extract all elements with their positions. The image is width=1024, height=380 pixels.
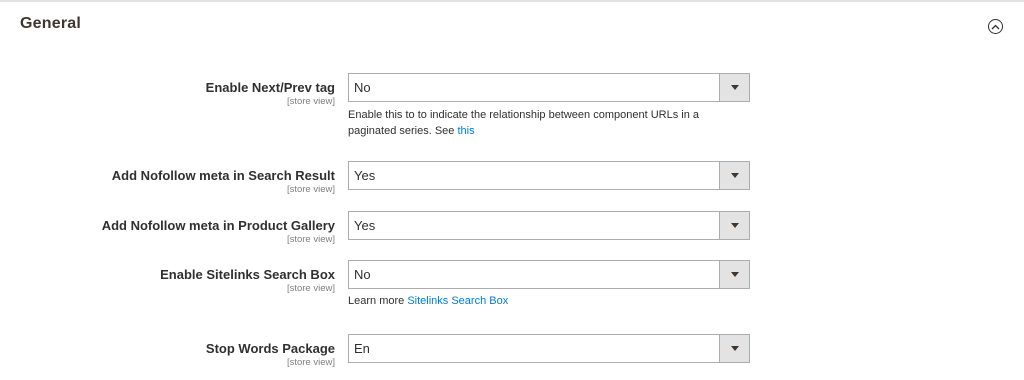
field-label-group: Add Nofollow meta in Search Result [stor… bbox=[112, 168, 335, 196]
field-label: Enable Next/Prev tag bbox=[205, 80, 335, 95]
field-label-group: Enable Sitelinks Search Box [store view] bbox=[160, 267, 335, 295]
nofollow-search-select[interactable]: Yes bbox=[348, 161, 750, 190]
select-arrow[interactable] bbox=[719, 212, 749, 239]
field-label: Add Nofollow meta in Product Gallery bbox=[101, 218, 335, 233]
note-text: Enable this to to indicate the relations… bbox=[348, 109, 699, 137]
caret-down-icon bbox=[730, 346, 739, 351]
stop-words-select[interactable]: En bbox=[348, 334, 750, 363]
caret-down-icon bbox=[730, 173, 739, 178]
note-text: Learn more bbox=[348, 295, 408, 307]
section-title: General bbox=[20, 15, 81, 32]
select-arrow[interactable] bbox=[719, 162, 749, 189]
field-scope: [store view] bbox=[286, 184, 335, 195]
field-scope: [store view] bbox=[286, 357, 335, 368]
select-value: No bbox=[354, 267, 371, 282]
field-scope: [store view] bbox=[286, 96, 335, 107]
caret-down-icon bbox=[730, 272, 739, 277]
field-scope: [store view] bbox=[286, 234, 335, 245]
caret-down-icon bbox=[730, 223, 739, 228]
note-link[interactable]: this bbox=[457, 125, 474, 137]
next-prev-select[interactable]: No bbox=[348, 73, 750, 102]
section-top-divider bbox=[0, 0, 1024, 2]
field-label: Enable Sitelinks Search Box bbox=[160, 267, 335, 282]
field-note: Learn more Sitelinks Search Box bbox=[348, 293, 728, 309]
select-arrow[interactable] bbox=[719, 261, 749, 288]
field-scope: [store view] bbox=[286, 283, 335, 294]
field-label-group: Enable Next/Prev tag [store view] bbox=[206, 80, 335, 108]
caret-down-icon bbox=[730, 85, 739, 90]
field-label: Stop Words Package bbox=[205, 341, 335, 356]
sitelinks-select[interactable]: No bbox=[348, 260, 750, 289]
select-value: Yes bbox=[354, 218, 376, 233]
select-value: No bbox=[354, 80, 371, 95]
nofollow-gallery-select[interactable]: Yes bbox=[348, 211, 750, 240]
select-arrow[interactable] bbox=[719, 74, 749, 101]
field-label-group: Add Nofollow meta in Product Gallery [st… bbox=[102, 218, 335, 246]
collapse-section-button[interactable] bbox=[988, 19, 1003, 34]
field-label: Add Nofollow meta in Search Result bbox=[111, 168, 335, 183]
select-value: Yes bbox=[354, 168, 376, 183]
select-arrow[interactable] bbox=[719, 335, 749, 362]
chevron-up-icon bbox=[991, 24, 1000, 29]
note-link[interactable]: Sitelinks Search Box bbox=[407, 295, 508, 307]
select-value: En bbox=[354, 341, 370, 356]
field-note: Enable this to to indicate the relations… bbox=[348, 107, 728, 139]
field-label-group: Stop Words Package [store view] bbox=[206, 341, 335, 369]
